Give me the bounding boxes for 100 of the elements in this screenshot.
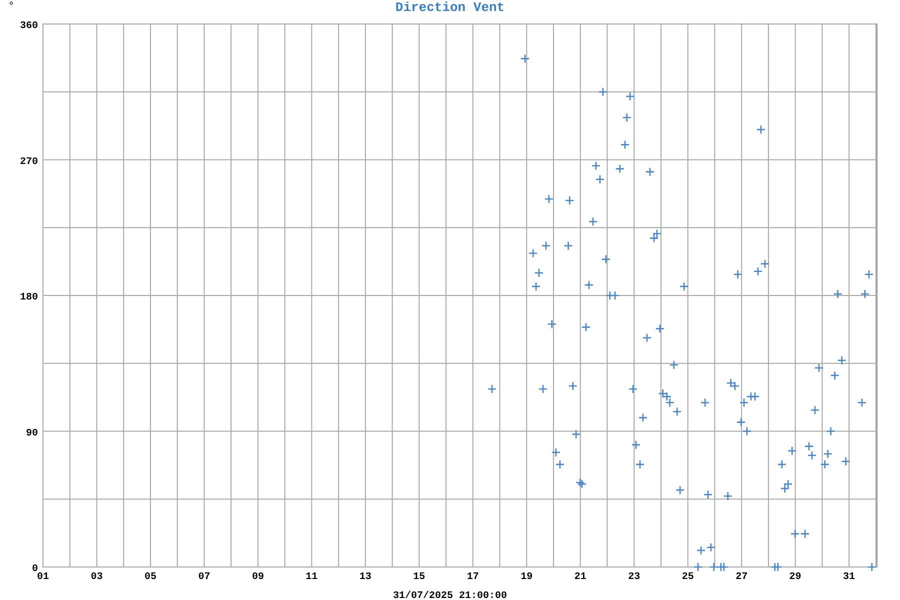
tick-label: 01: [37, 572, 49, 583]
data-point: [655, 324, 665, 334]
tick-label: 21: [574, 572, 586, 583]
data-point: [756, 124, 766, 134]
tick-label: 07: [198, 572, 210, 583]
data-point: [864, 270, 874, 280]
tick-label: 29: [789, 572, 802, 583]
tick-label: 360: [20, 21, 38, 32]
tick-label: 25: [682, 572, 694, 583]
data-point: [679, 282, 689, 292]
data-point: [571, 430, 581, 439]
data-point: [601, 254, 611, 264]
data-point: [750, 392, 760, 402]
data-point: [804, 442, 814, 451]
tick-label: 11: [306, 572, 318, 583]
data-point: [622, 112, 632, 122]
data-point: [760, 259, 770, 268]
data-point: [620, 140, 630, 150]
data-point: [726, 378, 736, 388]
tick-label: 15: [413, 572, 426, 583]
data-point: [538, 384, 548, 394]
data-point: [551, 448, 561, 458]
tick-label: 03: [90, 572, 103, 583]
data-point: [642, 333, 652, 342]
tick-label: 09: [252, 572, 264, 583]
data-point: [857, 398, 867, 408]
data-point: [675, 485, 685, 495]
data-point: [800, 529, 810, 538]
data-point: [520, 54, 530, 64]
data-point: [638, 413, 648, 422]
data-point: [693, 562, 703, 572]
tick-label: 0: [32, 564, 38, 575]
data-point: [555, 460, 565, 470]
data-point: [783, 479, 793, 489]
data-point: [649, 234, 659, 243]
tick-label: 27: [736, 572, 748, 583]
data-point: [547, 320, 557, 329]
data-point: [860, 289, 870, 299]
data-point: [841, 456, 850, 466]
data-point: [645, 167, 655, 176]
data-point: [820, 460, 830, 470]
data-point: [658, 388, 668, 398]
data-point: [591, 161, 601, 170]
tick-label: 23: [628, 572, 640, 583]
data-point: [739, 398, 749, 408]
tick-label: 05: [144, 572, 156, 583]
data-point: [790, 529, 800, 538]
data-point: [631, 440, 641, 450]
data-point: [584, 280, 594, 290]
data-point: [777, 460, 787, 470]
data-point: [568, 381, 578, 391]
data-point: [598, 87, 608, 97]
data-point: [625, 92, 635, 102]
x-axis-title: 31/07/2025 21:00:00: [392, 591, 508, 600]
tick-label: 13: [359, 572, 372, 583]
data-point: [723, 491, 733, 501]
data-point: [487, 384, 497, 394]
data-point: [830, 370, 840, 380]
data-point: [564, 196, 574, 206]
data-point: [544, 194, 554, 204]
data-point: [709, 562, 719, 572]
data-point: [733, 270, 742, 280]
data-point: [665, 398, 674, 408]
data-point: [730, 381, 740, 391]
data-point: [610, 290, 620, 300]
data-point: [814, 363, 824, 373]
data-point: [669, 360, 679, 370]
tick-label: 17: [466, 572, 479, 583]
data-point: [581, 322, 591, 332]
data-point: [706, 542, 716, 552]
data-point: [564, 241, 573, 250]
data-point: [807, 450, 817, 460]
data-point: [719, 562, 728, 572]
data-point: [867, 562, 877, 572]
tick-label: 19: [520, 572, 533, 583]
data-point: [662, 392, 672, 402]
data-point: [541, 241, 551, 250]
data-point: [826, 426, 836, 436]
data-point: [742, 426, 752, 436]
data-point: [615, 164, 625, 174]
data-point: [635, 460, 645, 470]
tick-label: 90: [26, 428, 38, 440]
data-point: [773, 562, 782, 572]
chart-title: Direction Vent: [395, 0, 505, 15]
data-point: [753, 266, 763, 276]
data-point: [833, 289, 842, 299]
data-point: [534, 268, 544, 278]
data-point: [837, 356, 846, 365]
tick-label: 270: [20, 156, 38, 168]
data-point: [810, 405, 820, 415]
tick-label: 31: [843, 572, 856, 583]
data-point: [787, 446, 797, 456]
data-point: [696, 546, 706, 556]
data-point: [652, 229, 662, 238]
data-point: [703, 490, 713, 500]
data-point: [736, 418, 746, 427]
y-axis-label: °: [8, 1, 15, 13]
tick-label: 180: [20, 292, 38, 304]
data-point: [595, 174, 605, 184]
data-point: [528, 248, 538, 258]
